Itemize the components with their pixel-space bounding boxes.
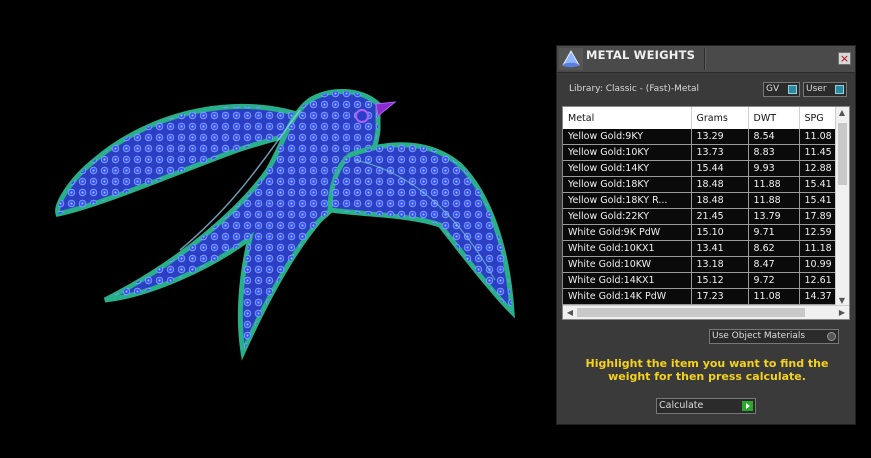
eye xyxy=(355,109,369,123)
cell-metal: White Gold:10KX1 xyxy=(563,240,692,257)
table-row[interactable]: White Gold:14KX1 15.12 9.72 12.61 xyxy=(563,272,837,289)
cell-dwt: 8.54 xyxy=(748,129,800,145)
app-logo-icon xyxy=(559,48,583,70)
user-toggle[interactable]: User xyxy=(803,82,847,97)
user-toggle-label: User xyxy=(806,84,827,94)
close-button[interactable]: × xyxy=(838,52,851,65)
cell-spg: 14.37 xyxy=(799,288,837,305)
cell-grams: 13.29 xyxy=(691,129,749,145)
cell-grams: 15.44 xyxy=(691,160,749,177)
cell-dwt: 11.88 xyxy=(748,192,800,209)
3d-viewport[interactable] xyxy=(0,0,555,454)
cell-metal: Yellow Gold:18KY R... xyxy=(563,192,692,209)
table-row[interactable]: Yellow Gold:18KY 18.48 11.88 15.41 xyxy=(563,176,837,193)
cell-metal: Yellow Gold:10KY xyxy=(563,144,692,161)
table-row[interactable]: Yellow Gold:14KY 15.44 9.93 12.88 xyxy=(563,160,837,177)
play-arrow-icon xyxy=(742,401,753,411)
cell-grams: 15.12 xyxy=(691,272,749,289)
cell-metal: Yellow Gold:22KY xyxy=(563,208,692,225)
cell-grams: 18.48 xyxy=(691,176,749,193)
table-row[interactable]: Yellow Gold:10KY 13.73 8.83 11.45 xyxy=(563,144,837,161)
table-header: Metal Grams DWT SPG xyxy=(563,107,837,129)
cell-spg: 17.89 xyxy=(799,208,837,225)
table-row[interactable]: Yellow Gold:18KY R... 18.48 11.88 15.41 xyxy=(563,192,837,209)
metal-weights-panel: METAL WEIGHTS × Library: Classic - (Fast… xyxy=(556,45,856,425)
gv-toggle-label: GV xyxy=(766,84,780,94)
scroll-left-icon[interactable]: ◀ xyxy=(564,308,576,317)
cell-grams: 15.10 xyxy=(691,224,749,241)
table-row[interactable]: White Gold:9K PdW 15.10 9.71 12.59 xyxy=(563,224,837,241)
column-header-grams[interactable]: Grams xyxy=(691,107,749,129)
horizontal-scrollbar[interactable]: ◀ ▶ xyxy=(563,305,849,319)
column-header-dwt[interactable]: DWT xyxy=(748,107,800,129)
user-toggle-indicator-icon xyxy=(835,85,844,94)
cell-spg: 12.59 xyxy=(799,224,837,241)
cell-dwt: 8.83 xyxy=(748,144,800,161)
table-row[interactable]: Yellow Gold:22KY 21.45 13.79 17.89 xyxy=(563,208,837,225)
gv-toggle[interactable]: GV xyxy=(763,82,800,97)
table-row[interactable]: White Gold:10KX1 13.41 8.62 11.18 xyxy=(563,240,837,257)
cell-grams: 17.23 xyxy=(691,288,749,305)
horizontal-scroll-thumb[interactable] xyxy=(577,308,805,317)
cell-dwt: 11.08 xyxy=(748,288,800,305)
cell-grams: 13.73 xyxy=(691,144,749,161)
table-row[interactable]: Yellow Gold:9KY 13.29 8.54 11.08 xyxy=(563,129,837,145)
cell-metal: Yellow Gold:14KY xyxy=(563,160,692,177)
beak xyxy=(375,101,397,117)
cell-dwt: 8.62 xyxy=(748,240,800,257)
panel-title: METAL WEIGHTS xyxy=(586,48,696,62)
cell-metal: Yellow Gold:9KY xyxy=(563,129,692,145)
table-row[interactable]: White Gold:14K PdW 17.23 11.08 14.37 xyxy=(563,288,837,305)
column-header-spg[interactable]: SPG xyxy=(799,107,837,129)
scroll-right-icon[interactable]: ▶ xyxy=(836,308,848,317)
calculate-label: Calculate xyxy=(659,400,704,411)
gv-toggle-indicator-icon xyxy=(788,85,797,94)
cell-metal: White Gold:10KW xyxy=(563,256,692,273)
cell-spg: 11.18 xyxy=(799,240,837,257)
cell-metal: White Gold:14KX1 xyxy=(563,272,692,289)
metal-table: Metal Grams DWT SPG Yellow Gold:9KY 13.29… xyxy=(562,106,850,320)
table-row[interactable]: White Gold:10KW 13.18 8.47 10.99 xyxy=(563,256,837,273)
titlebar-divider xyxy=(704,48,706,70)
instruction-text: Highlight the item you want to find the … xyxy=(585,357,829,383)
cell-dwt: 8.47 xyxy=(748,256,800,273)
scroll-down-icon[interactable]: ▼ xyxy=(836,296,848,305)
cell-metal: Yellow Gold:18KY xyxy=(563,176,692,193)
cell-dwt: 9.71 xyxy=(748,224,800,241)
vertical-scroll-thumb[interactable] xyxy=(838,123,847,185)
cell-spg: 10.99 xyxy=(799,256,837,273)
swallow-model xyxy=(55,88,515,361)
cell-dwt: 9.93 xyxy=(748,160,800,177)
radio-indicator-icon xyxy=(827,332,836,341)
cell-spg: 11.08 xyxy=(799,129,837,145)
cell-spg: 11.45 xyxy=(799,144,837,161)
panel-titlebar[interactable]: METAL WEIGHTS × xyxy=(557,46,855,73)
vertical-scrollbar[interactable]: ▲ ▼ xyxy=(835,107,849,306)
cell-spg: 15.41 xyxy=(799,176,837,193)
cell-grams: 21.45 xyxy=(691,208,749,225)
cell-dwt: 13.79 xyxy=(748,208,800,225)
column-header-metal[interactable]: Metal xyxy=(563,107,692,129)
cell-dwt: 9.72 xyxy=(748,272,800,289)
scroll-up-icon[interactable]: ▲ xyxy=(836,108,848,117)
cell-grams: 13.18 xyxy=(691,256,749,273)
cell-spg: 12.61 xyxy=(799,272,837,289)
cell-spg: 12.88 xyxy=(799,160,837,177)
cell-grams: 13.41 xyxy=(691,240,749,257)
cell-grams: 18.48 xyxy=(691,192,749,209)
use-object-materials-toggle[interactable]: Use Object Materials xyxy=(709,329,839,344)
use-object-materials-label: Use Object Materials xyxy=(712,331,806,341)
cell-metal: White Gold:14K PdW xyxy=(563,288,692,305)
calculate-button[interactable]: Calculate xyxy=(656,398,756,414)
cell-metal: White Gold:9K PdW xyxy=(563,224,692,241)
cell-spg: 15.41 xyxy=(799,192,837,209)
cell-dwt: 11.88 xyxy=(748,176,800,193)
library-label: Library: Classic - (Fast)-Metal xyxy=(569,84,700,94)
